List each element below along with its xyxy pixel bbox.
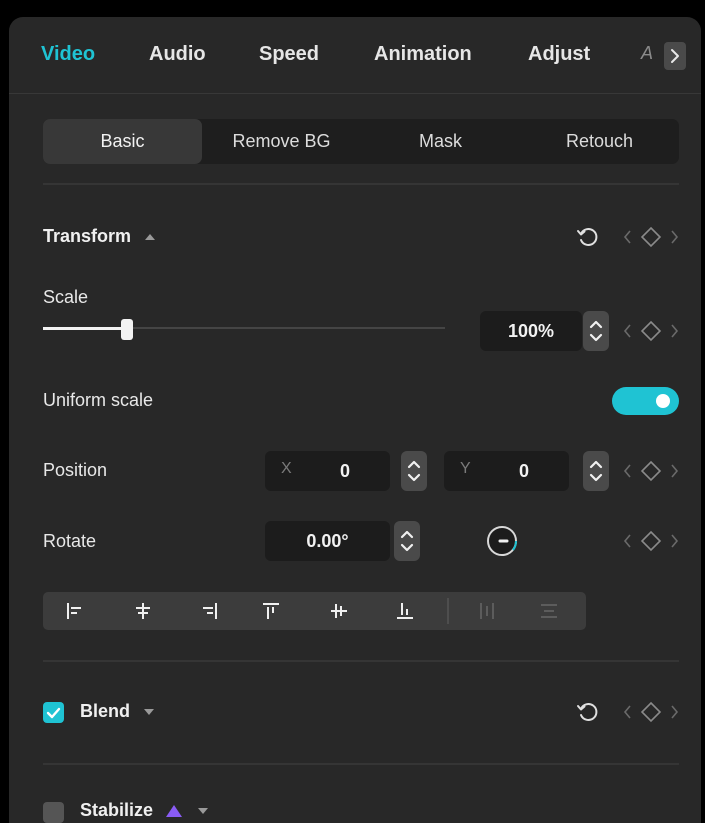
subtab-bar: Basic Remove BG Mask Retouch <box>43 119 679 164</box>
divider <box>43 183 679 185</box>
keyframe-nav-icon[interactable] <box>623 319 679 343</box>
alignment-toolbar <box>43 592 586 630</box>
up-down-arrows-icon <box>589 460 603 482</box>
subtab-basic[interactable]: Basic <box>43 119 202 164</box>
align-top-icon[interactable] <box>259 599 283 623</box>
keyframe-nav-icon[interactable] <box>623 459 679 483</box>
y-axis-label: Y <box>460 460 471 477</box>
uniform-scale-toggle[interactable] <box>612 387 679 415</box>
up-down-arrows-icon <box>589 320 603 342</box>
divider <box>43 660 679 662</box>
blend-title: Blend <box>80 701 131 721</box>
caret-down-icon <box>144 709 155 716</box>
properties-panel: Video Audio Speed Animation Adjust A Bas… <box>9 17 701 823</box>
subtab-mask[interactable]: Mask <box>361 119 520 164</box>
position-y-value: 0 <box>518 461 529 481</box>
tab-video[interactable]: Video <box>41 43 95 66</box>
chevron-right-icon <box>671 49 679 63</box>
caret-down-icon <box>198 808 209 815</box>
position-y-input[interactable]: Y 0 <box>444 451 569 491</box>
scale-label: Scale <box>43 287 89 307</box>
rotate-value: 0.00° <box>306 531 349 551</box>
up-down-arrows-icon <box>407 460 421 482</box>
transform-title: Transform <box>43 226 132 246</box>
stabilize-checkbox[interactable] <box>43 802 64 823</box>
subtab-remove-bg[interactable]: Remove BG <box>202 119 361 164</box>
align-right-icon[interactable] <box>197 599 221 623</box>
scale-slider-thumb[interactable] <box>121 319 133 340</box>
tab-overflow-partial[interactable]: A <box>641 43 653 64</box>
subtab-retouch[interactable]: Retouch <box>520 119 679 164</box>
scale-value: 100% <box>507 321 555 341</box>
keyframe-nav-icon[interactable] <box>623 529 679 553</box>
rotation-dial-icon[interactable] <box>486 525 518 557</box>
tab-animation[interactable]: Animation <box>374 43 472 66</box>
reset-icon[interactable] <box>575 225 599 249</box>
keyframe-nav-icon[interactable] <box>623 700 679 724</box>
tab-adjust[interactable]: Adjust <box>528 43 590 66</box>
stabilize-section-header[interactable]: Stabilize <box>80 800 209 821</box>
rotate-stepper[interactable] <box>394 521 420 561</box>
align-bottom-icon[interactable] <box>393 599 417 623</box>
scale-slider-fill <box>43 327 127 330</box>
up-down-arrows-icon <box>400 530 414 552</box>
toggle-knob <box>656 394 670 408</box>
position-label: Position <box>43 460 108 480</box>
pro-badge-icon <box>166 805 183 818</box>
divider <box>43 763 679 765</box>
reset-icon[interactable] <box>575 700 599 724</box>
position-y-stepper[interactable] <box>583 451 609 491</box>
position-x-input[interactable]: X 0 <box>265 451 390 491</box>
checkmark-icon <box>46 707 61 719</box>
rotate-input[interactable]: 0.00° <box>265 521 390 561</box>
position-x-value: 0 <box>339 461 350 481</box>
toolbar-separator <box>447 598 449 624</box>
x-axis-label: X <box>281 460 292 477</box>
align-left-icon[interactable] <box>63 599 87 623</box>
top-tab-bar: Video Audio Speed Animation Adjust A <box>9 17 701 94</box>
scale-stepper[interactable] <box>583 311 609 351</box>
more-tabs-button[interactable] <box>664 42 686 70</box>
scale-input[interactable]: 100% <box>480 311 582 351</box>
distribute-vertical-icon <box>541 604 557 618</box>
distribute-horizontal-icon <box>480 603 494 619</box>
tab-speed[interactable]: Speed <box>259 43 319 66</box>
keyframe-nav-icon[interactable] <box>623 225 679 249</box>
position-x-stepper[interactable] <box>401 451 427 491</box>
stabilize-title: Stabilize <box>80 800 154 820</box>
rotate-label: Rotate <box>43 531 97 551</box>
tab-audio[interactable]: Audio <box>149 43 206 66</box>
caret-up-icon <box>145 234 156 241</box>
uniform-scale-label: Uniform scale <box>43 390 154 410</box>
align-horizontal-center-icon[interactable] <box>131 599 155 623</box>
blend-checkbox[interactable] <box>43 702 64 723</box>
transform-section-header[interactable]: Transform <box>43 226 156 247</box>
blend-section-header[interactable]: Blend <box>80 701 155 722</box>
align-vertical-center-icon[interactable] <box>327 599 351 623</box>
